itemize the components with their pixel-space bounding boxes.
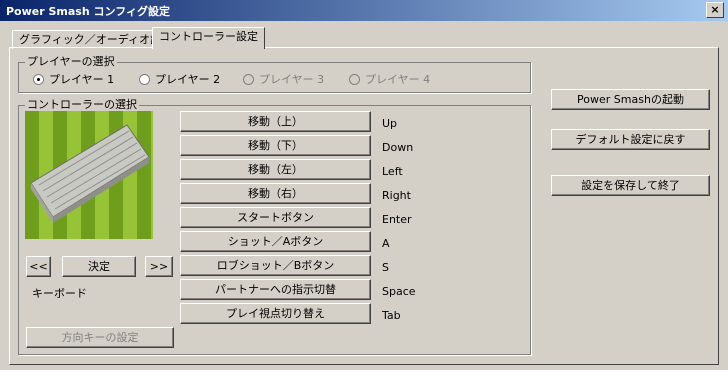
binding-key-down: Down [382, 141, 414, 154]
direction-keys-button[interactable]: 方向キーの設定 [26, 327, 174, 348]
radio-player-3[interactable]: プレイヤー 3 [243, 71, 324, 87]
binding-button-down[interactable]: 移動（下） [180, 135, 371, 156]
keyboard-image [25, 111, 153, 239]
binding-button-view[interactable]: プレイ視点切り替え [180, 303, 371, 324]
binding-button-start[interactable]: スタートボタン [180, 207, 371, 228]
binding-button-lob[interactable]: ロブショット／Bボタン [180, 255, 371, 276]
binding-button-right[interactable]: 移動（右） [180, 183, 371, 204]
binding-key-start: Enter [382, 213, 412, 226]
binding-key-left: Left [382, 165, 403, 178]
binding-key-view: Tab [382, 309, 401, 322]
radio-selected-icon [33, 73, 44, 85]
binding-key-lob: S [382, 261, 389, 274]
binding-key-right: Right [382, 189, 411, 202]
radio-unselected-icon [243, 73, 254, 85]
next-controller-button[interactable]: >> [145, 256, 173, 277]
binding-key-partner: Space [382, 285, 416, 298]
save-exit-button[interactable]: 設定を保存して終了 [551, 175, 710, 196]
radio-label: プレイヤー 3 [259, 73, 325, 86]
controller-select-label: コントローラーの選択 [25, 96, 139, 112]
radio-unselected-icon [349, 73, 360, 85]
tab-controller[interactable]: コントローラー設定 [152, 27, 265, 49]
binding-key-up: Up [382, 117, 398, 130]
radio-label: プレイヤー 2 [155, 73, 221, 86]
close-button[interactable]: × [706, 2, 724, 18]
prev-controller-button[interactable]: << [26, 256, 51, 277]
launch-game-button[interactable]: Power Smashの起動 [551, 89, 710, 110]
binding-button-left[interactable]: 移動（左） [180, 159, 371, 180]
restore-defaults-button[interactable]: デフォルト設定に戻す [551, 129, 710, 150]
binding-button-partner[interactable]: パートナーへの指示切替 [180, 279, 371, 300]
binding-button-up[interactable]: 移動（上） [180, 111, 371, 132]
keyboard-icon [30, 124, 150, 223]
radio-player-4[interactable]: プレイヤー 4 [349, 71, 430, 87]
radio-unselected-icon [139, 73, 150, 85]
window-title: Power Smash コンフィグ設定 [6, 5, 170, 18]
binding-button-shot[interactable]: ショット／Aボタン [180, 231, 371, 252]
player-select-label: プレイヤーの選択 [25, 53, 117, 69]
title-bar: Power Smash コンフィグ設定 × [0, 0, 728, 21]
confirm-button[interactable]: 決定 [62, 256, 136, 277]
radio-label: プレイヤー 4 [365, 73, 431, 86]
radio-player-2[interactable]: プレイヤー 2 [139, 71, 220, 87]
binding-key-shot: A [382, 237, 390, 250]
radio-label: プレイヤー 1 [49, 73, 115, 86]
controller-device-name: キーボード [32, 287, 87, 300]
radio-player-1[interactable]: プレイヤー 1 [33, 71, 114, 87]
